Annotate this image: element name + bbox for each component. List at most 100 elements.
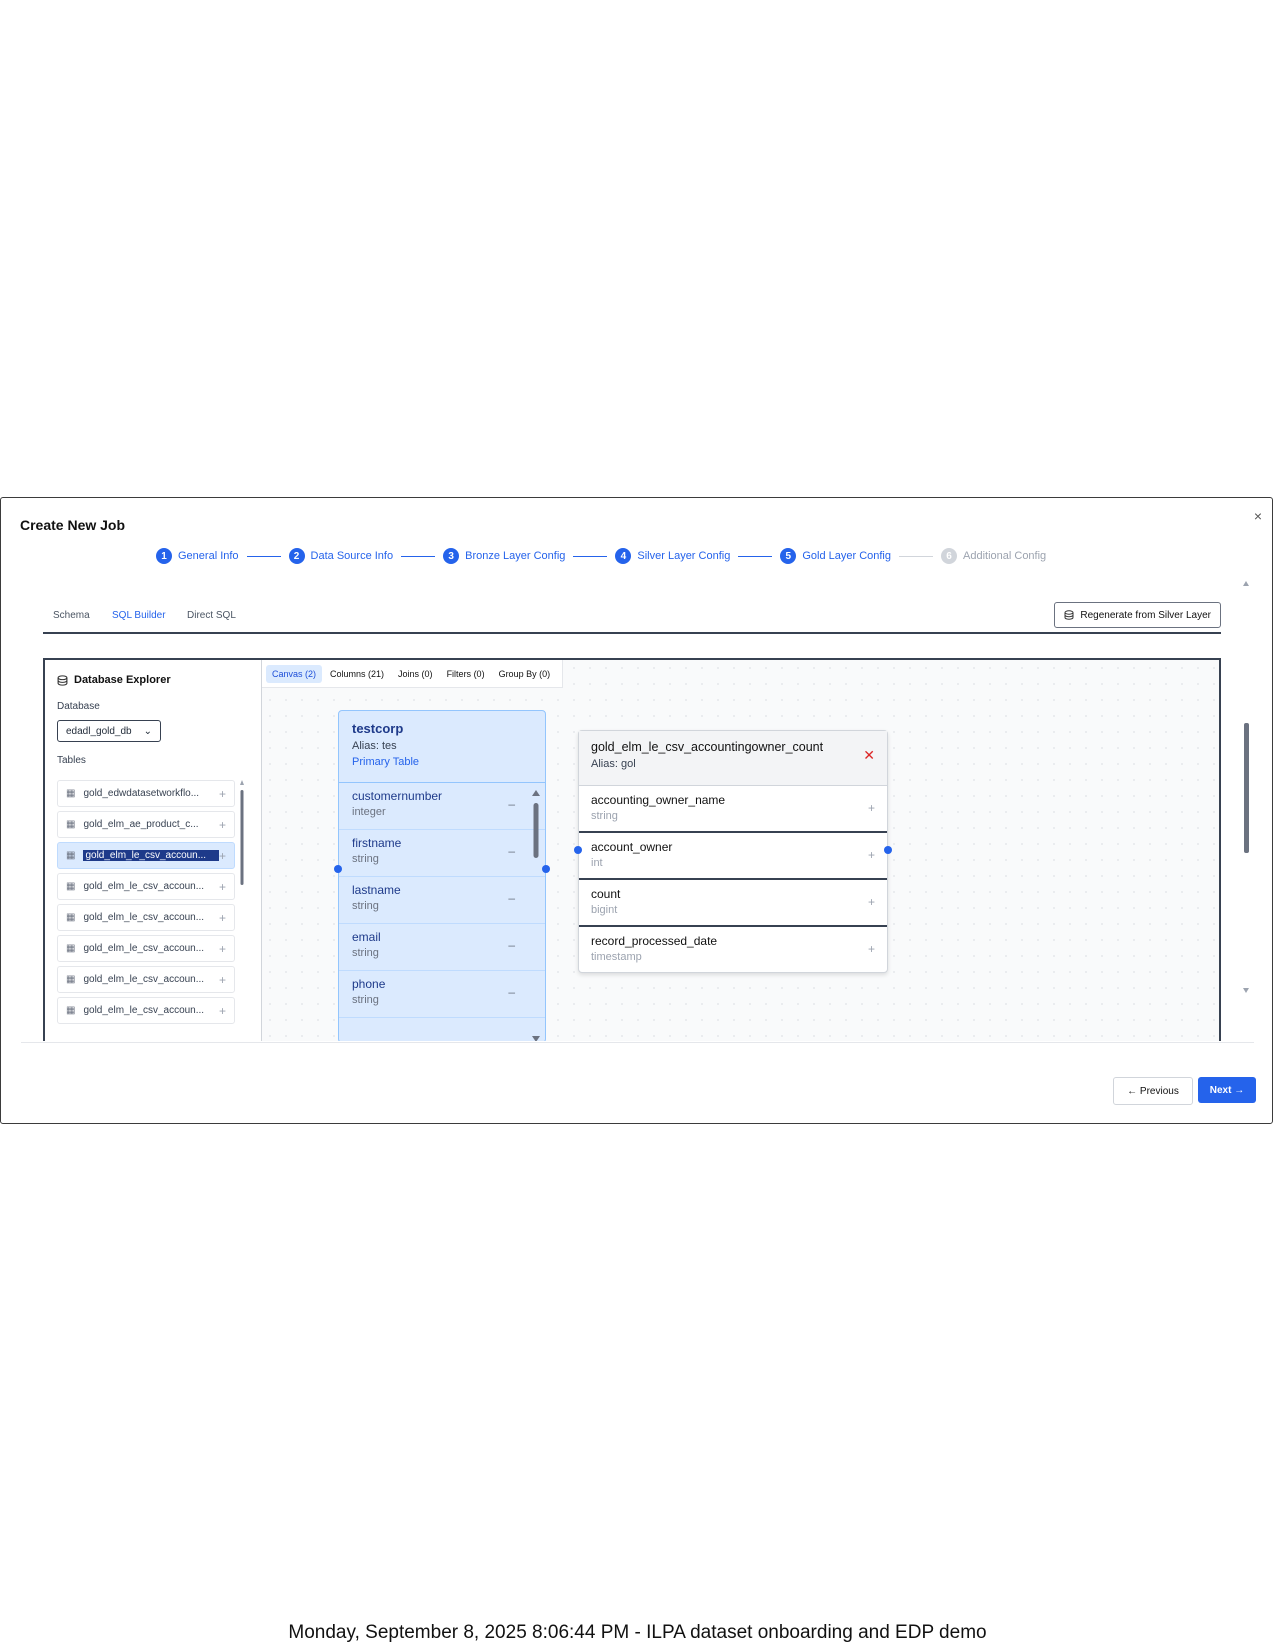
- table-list-item[interactable]: ▦ gold_elm_le_csv_accoun... +: [57, 997, 235, 1024]
- connection-handle[interactable]: [334, 865, 342, 873]
- node-title: gold_elm_le_csv_accountingowner_count: [591, 740, 824, 754]
- step-data-source-info[interactable]: 2 Data Source Info: [288, 548, 393, 564]
- table-icon: ▦: [66, 974, 76, 985]
- modal-title: Create New Job: [20, 517, 126, 533]
- add-icon[interactable]: +: [219, 880, 226, 894]
- table-icon: ▦: [66, 912, 76, 923]
- tab-joins[interactable]: Joins (0): [392, 665, 439, 683]
- table-list-item[interactable]: ▦ gold_elm_le_csv_accoun... +: [57, 873, 235, 900]
- add-icon[interactable]: +: [219, 973, 226, 987]
- add-icon[interactable]: +: [219, 849, 226, 863]
- remove-icon[interactable]: –: [508, 938, 515, 952]
- step-connector: [573, 555, 608, 557]
- tab-group-by[interactable]: Group By (0): [493, 665, 557, 683]
- node-alias: Alias: gol: [591, 758, 636, 770]
- add-icon[interactable]: +: [219, 787, 226, 801]
- connection-handle[interactable]: [542, 865, 550, 873]
- table-list: ▦ gold_edwdatasetworkflo... + ▦ gold_elm_ae…: [57, 780, 235, 1028]
- remove-icon[interactable]: –: [508, 985, 515, 999]
- regenerate-button[interactable]: Regenerate from Silver Layer: [1054, 602, 1221, 628]
- add-icon[interactable]: +: [219, 942, 226, 956]
- table-list-item[interactable]: ▦ gold_edwdatasetworkflo... +: [57, 780, 235, 807]
- add-icon[interactable]: +: [868, 895, 875, 909]
- connection-handle[interactable]: [574, 846, 582, 854]
- remove-icon[interactable]: –: [508, 797, 515, 811]
- column-row[interactable]: record_processed_date timestamp +: [579, 927, 887, 974]
- tab-columns[interactable]: Columns (21): [324, 665, 390, 683]
- column-row[interactable]: lastname string –: [339, 877, 545, 924]
- primary-table-badge: Primary Table: [352, 756, 420, 768]
- table-list-item[interactable]: ▦ gold_elm_le_csv_accoun... +: [57, 904, 235, 931]
- node-scrollbar[interactable]: [531, 787, 541, 1041]
- node-header: gold_elm_le_csv_accountingowner_count Al…: [579, 731, 887, 786]
- canvas-tab-bar: Canvas (2) Columns (21) Joins (0) Filter…: [262, 660, 564, 688]
- sql-builder-workspace: Database Explorer Database edadl_gold_db…: [43, 658, 1221, 1041]
- database-explorer: Database Explorer Database edadl_gold_db…: [45, 660, 262, 1041]
- add-icon[interactable]: +: [219, 818, 226, 832]
- secondary-table-node[interactable]: gold_elm_le_csv_accountingowner_count Al…: [578, 730, 888, 973]
- table-icon: ▦: [66, 819, 76, 830]
- database-icon: [57, 674, 68, 686]
- close-icon[interactable]: ×: [1254, 508, 1262, 524]
- close-icon[interactable]: ✕: [863, 747, 875, 764]
- column-row[interactable]: accounting_owner_name string +: [579, 786, 887, 833]
- node-header: testcorp Alias: tes Primary Table: [339, 711, 545, 783]
- add-icon[interactable]: +: [219, 1004, 226, 1018]
- add-icon[interactable]: +: [868, 942, 875, 956]
- add-icon[interactable]: +: [868, 801, 875, 815]
- tab-filters[interactable]: Filters (0): [441, 665, 491, 683]
- stepper: 1 General Info 2 Data Source Info 3 Bronze …: [156, 548, 1046, 564]
- column-row[interactable]: phone string –: [339, 971, 545, 1018]
- step-additional-config[interactable]: 6 Additional Config: [941, 548, 1046, 564]
- explorer-title: Database Explorer: [57, 674, 171, 686]
- table-list-item[interactable]: ▦ gold_elm_le_csv_accoun... +: [57, 935, 235, 962]
- database-select[interactable]: edadl_gold_db ⌄: [57, 720, 161, 742]
- table-list-item[interactable]: ▦ gold_elm_ae_product_c... +: [57, 811, 235, 838]
- step-silver-layer-config[interactable]: 4 Silver Layer Config: [615, 548, 730, 564]
- recording-caption: Monday, September 8, 2025 8:06:44 PM - I…: [288, 1622, 987, 1643]
- remove-icon[interactable]: –: [508, 844, 515, 858]
- tab-direct-sql[interactable]: Direct SQL: [187, 610, 236, 621]
- column-row[interactable]: firstname string –: [339, 830, 545, 877]
- tab-sql-builder[interactable]: SQL Builder: [112, 610, 166, 621]
- table-icon: ▦: [66, 1005, 76, 1016]
- previous-button[interactable]: ← Previous: [1113, 1077, 1193, 1105]
- table-icon: ▦: [66, 850, 76, 861]
- table-icon: ▦: [66, 788, 76, 799]
- table-list-scrollbar[interactable]: [240, 780, 244, 1040]
- next-button[interactable]: Next →: [1198, 1077, 1256, 1103]
- database-label: Database: [57, 701, 100, 712]
- table-list-item[interactable]: ▦ gold_elm_le_csv_accoun... +: [57, 966, 235, 993]
- step-connector: [401, 555, 436, 557]
- step-general-info[interactable]: 1 General Info: [156, 548, 239, 564]
- column-row[interactable]: customernumber integer –: [339, 783, 545, 830]
- step-bronze-layer-config[interactable]: 3 Bronze Layer Config: [443, 548, 565, 564]
- column-row[interactable]: email string –: [339, 924, 545, 971]
- create-job-modal: Create New Job × 1 General Info 2 Data Sou…: [0, 497, 1273, 1124]
- column-row[interactable]: account_owner int +: [579, 833, 887, 880]
- subtab-bar: Schema SQL Builder Direct SQL Regenerate…: [43, 602, 1221, 634]
- table-icon: ▦: [66, 881, 76, 892]
- modal-scrollbar[interactable]: [1242, 578, 1250, 998]
- column-row[interactable]: count bigint +: [579, 880, 887, 927]
- chevron-down-icon: ⌄: [143, 725, 152, 737]
- step-connector: [246, 555, 281, 557]
- tab-canvas[interactable]: Canvas (2): [266, 664, 323, 683]
- node-alias: Alias: tes: [352, 740, 397, 752]
- node-title: testcorp: [352, 721, 404, 736]
- tab-schema[interactable]: Schema: [53, 610, 90, 621]
- database-icon: [1064, 610, 1074, 620]
- primary-table-node[interactable]: testcorp Alias: tes Primary Table custom…: [338, 710, 546, 1041]
- footer-divider: [21, 1042, 1254, 1043]
- tables-label: Tables: [57, 755, 86, 766]
- add-icon[interactable]: +: [868, 848, 875, 862]
- connection-handle[interactable]: [884, 846, 892, 854]
- step-gold-layer-config[interactable]: 5 Gold Layer Config: [780, 548, 891, 564]
- remove-icon[interactable]: –: [508, 891, 515, 905]
- query-canvas[interactable]: Canvas (2) Columns (21) Joins (0) Filter…: [262, 660, 1219, 1041]
- table-icon: ▦: [66, 943, 76, 954]
- table-list-item-selected[interactable]: ▦ gold_elm_le_csv_accoun... +: [57, 842, 235, 869]
- step-connector: [738, 555, 773, 557]
- step-connector: [899, 555, 933, 557]
- add-icon[interactable]: +: [219, 911, 226, 925]
